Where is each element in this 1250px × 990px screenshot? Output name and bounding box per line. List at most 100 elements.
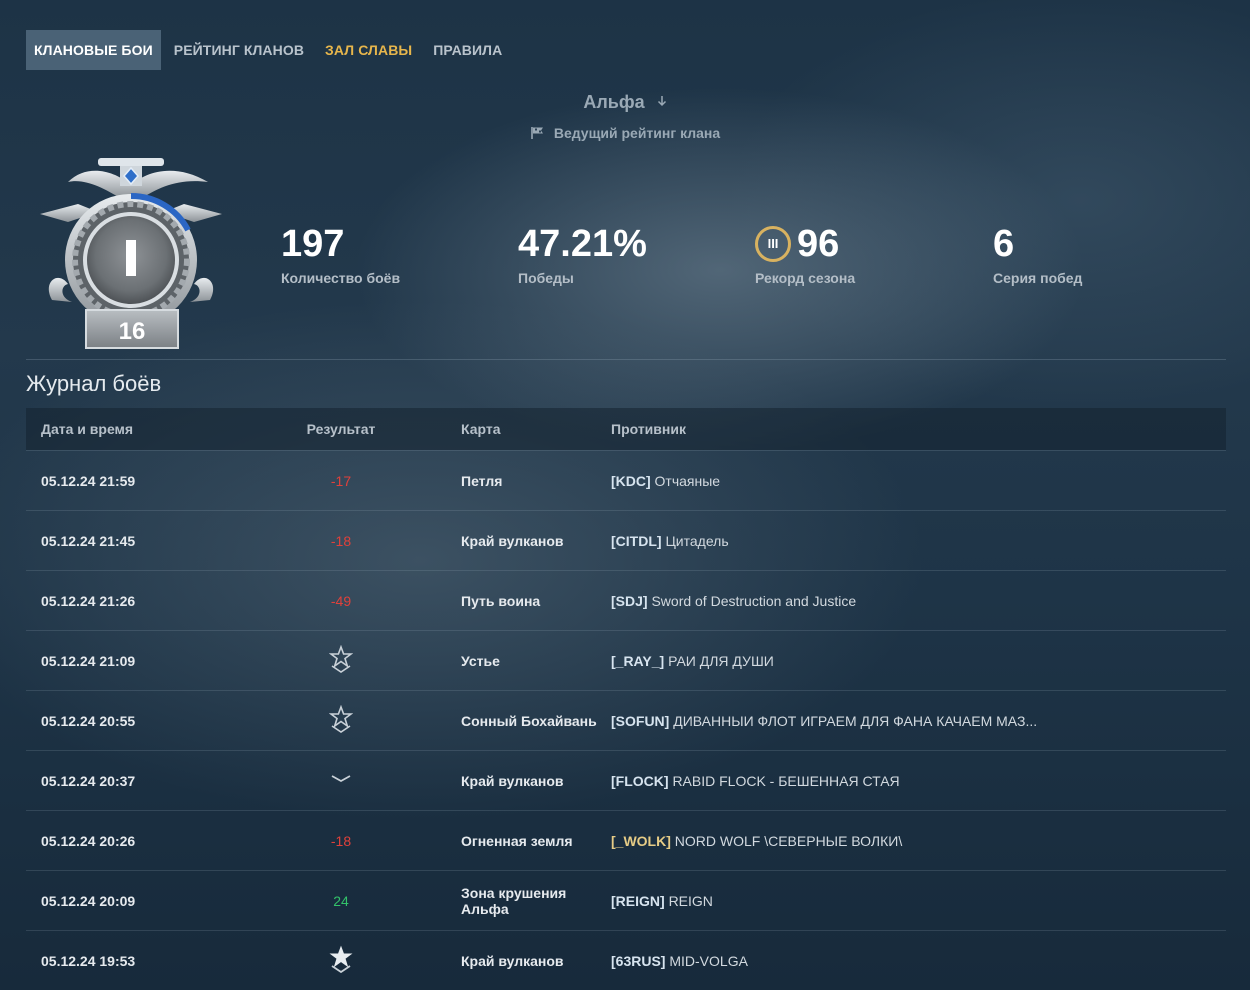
table-row[interactable]: 05.12.24 20:26 -18 Огненная земля [_WOLK] N… xyxy=(26,810,1226,870)
table-row[interactable]: 05.12.24 20:55 Сонный Бохайвань [SOFUN] ДИ… xyxy=(26,690,1226,750)
tab-clan-battles[interactable]: КЛАНОВЫЕ БОИ xyxy=(26,30,161,70)
table-body: 05.12.24 21:59 -17 Петля [KDC] Отчаяные 05.1… xyxy=(26,450,1226,990)
row-opponent: [63RUS] MID-VOLGA xyxy=(611,953,1226,969)
clan-name: Sword of Destruction and Justice xyxy=(651,592,857,609)
stat-battles-label: Количество боёв xyxy=(281,270,401,286)
clan-rating-badge: 16 xyxy=(38,152,224,352)
table-row[interactable]: 05.12.24 20:37 Край вулканов [FLOCK] RABID… xyxy=(26,750,1226,810)
result-value: -18 xyxy=(330,832,352,849)
tab-hall-of-fame[interactable]: ЗАЛ СЛАВЫ xyxy=(317,30,420,70)
table-row[interactable]: 05.12.24 21:09 Устье [_RAY_] РАИ ДЛЯ ДУШИ xyxy=(26,630,1226,690)
rank-icon: III xyxy=(755,226,791,262)
clan-name: Отчаяные xyxy=(654,472,721,489)
top-nav: КЛАНОВЫЕ БОИ РЕЙТИНГ КЛАНОВ ЗАЛ СЛАВЫ ПР… xyxy=(26,30,510,70)
clan-tag[interactable]: [REIGN] xyxy=(611,893,665,909)
stat-win-streak: 6 Серия побед xyxy=(993,222,1082,286)
row-map: Край вулканов xyxy=(461,952,564,969)
header-opponent: Противник xyxy=(611,421,686,437)
flag-icon xyxy=(530,126,546,140)
stat-winrate-label: Победы xyxy=(518,270,574,286)
clan-name: MID-VOLGA xyxy=(669,952,748,969)
row-date: 05.12.24 21:45 xyxy=(41,532,136,549)
league-subtitle: Ведущий рейтинг клана xyxy=(530,125,720,141)
tab-clan-rating[interactable]: РЕЙТИНГ КЛАНОВ xyxy=(166,30,312,70)
row-opponent: [_RAY_] РАИ ДЛЯ ДУШИ xyxy=(611,653,1226,669)
stat-win-streak-value: 6 xyxy=(993,223,1015,265)
clan-name: РАИ ДЛЯ ДУШИ xyxy=(668,652,774,669)
row-opponent: [SOFUN] ДИВАННЫИ ФЛОТ ИГРАЕМ ДЛЯ ФАНА КА… xyxy=(611,713,1226,729)
row-date: 05.12.24 21:59 xyxy=(41,472,136,489)
row-date: 05.12.24 20:37 xyxy=(41,772,136,789)
row-date: 05.12.24 21:26 xyxy=(41,592,136,609)
stat-winrate-value: 47.21% xyxy=(518,223,647,265)
stat-season-record-value: 96 xyxy=(797,223,840,265)
stat-season-record: III 96 Рекорд сезона xyxy=(755,222,855,286)
league-selector[interactable]: Альфа xyxy=(583,92,666,113)
arrow-down-icon xyxy=(657,95,667,110)
row-result xyxy=(281,945,401,976)
clan-tag[interactable]: [63RUS] xyxy=(611,953,665,969)
table-row[interactable]: 05.12.24 20:09 24 Зона крушения Альфа [REIG… xyxy=(26,870,1226,930)
row-opponent: [CITDL] Цитадель xyxy=(611,533,1226,549)
clan-tag[interactable]: [_WOLK] xyxy=(611,833,671,849)
stat-win-streak-label: Серия побед xyxy=(993,270,1083,286)
row-map: Край вулканов xyxy=(461,772,564,789)
badge-number: 16 xyxy=(119,318,146,345)
result-value: -18 xyxy=(330,532,352,549)
clan-tag[interactable]: [CITDL] xyxy=(611,533,662,549)
row-opponent: [FLOCK] RABID FLOCK - БЕШЕННАЯ СТАЯ xyxy=(611,773,1226,789)
row-date: 05.12.24 19:53 xyxy=(41,952,136,969)
clan-tag[interactable]: [SOFUN] xyxy=(611,713,669,729)
header-map: Карта xyxy=(461,421,501,437)
stat-season-record-label: Рекорд сезона xyxy=(755,270,856,286)
row-date: 05.12.24 20:09 xyxy=(41,892,136,909)
row-opponent: [KDC] Отчаяные xyxy=(611,473,1226,489)
star-outline-icon xyxy=(328,704,354,733)
row-opponent: [_WOLK] NORD WOLF \СЕВЕРНЫЕ ВОЛКИ\ xyxy=(611,833,1226,849)
clan-name: ДИВАННЫИ ФЛОТ ИГРАЕМ ДЛЯ ФАНА КАЧАЕМ МАЗ… xyxy=(673,712,1038,729)
table-row[interactable]: 05.12.24 21:59 -17 Петля [KDC] Отчаяные xyxy=(26,450,1226,510)
row-date: 05.12.24 21:09 xyxy=(41,652,136,669)
row-map: Устье xyxy=(461,652,500,669)
clan-name: RABID FLOCK - БЕШЕННАЯ СТАЯ xyxy=(672,772,900,789)
result-value: 24 xyxy=(333,892,349,909)
clan-tag[interactable]: [SDJ] xyxy=(611,593,648,609)
row-result xyxy=(281,644,401,676)
star-filled-icon xyxy=(329,945,353,974)
result-value: -49 xyxy=(330,592,352,609)
clan-name: NORD WOLF \СЕВЕРНЫЕ ВОЛКИ\ xyxy=(674,832,903,849)
table-row[interactable]: 05.12.24 21:45 -18 Край вулканов [CITDL] Ци… xyxy=(26,510,1226,570)
stat-battles-value: 197 xyxy=(281,223,345,265)
row-map: Зона крушения Альфа xyxy=(461,884,567,917)
row-result: 24 xyxy=(281,893,401,909)
clan-tag[interactable]: [_RAY_] xyxy=(611,653,664,669)
row-map: Край вулканов xyxy=(461,532,564,549)
clan-name: Цитадель xyxy=(665,532,729,549)
battle-log-title: Журнал боёв xyxy=(26,371,162,396)
row-map: Петля xyxy=(461,472,503,489)
table-row[interactable]: 05.12.24 19:53 Край вулканов [63RUS] MID-V… xyxy=(26,930,1226,990)
clan-tag[interactable]: [KDC] xyxy=(611,473,651,489)
row-date: 05.12.24 20:26 xyxy=(41,832,136,849)
row-result: -49 xyxy=(281,593,401,609)
row-result: -18 xyxy=(281,533,401,549)
row-opponent: [REIGN] REIGN xyxy=(611,893,1226,909)
row-result xyxy=(281,765,401,796)
header-date: Дата и время xyxy=(41,421,134,437)
clan-name: REIGN xyxy=(668,892,713,909)
row-result: -18 xyxy=(281,833,401,849)
stat-battles: 197 Количество боёв xyxy=(281,222,400,286)
table-header: Дата и время Результат Карта Противник xyxy=(26,408,1226,450)
divider xyxy=(26,359,1226,360)
row-map: Огненная земля xyxy=(461,832,573,849)
stat-season-record-row: III 96 xyxy=(755,222,855,266)
table-row[interactable]: 05.12.24 21:26 -49 Путь воина [SDJ] Sword o… xyxy=(26,570,1226,630)
row-result xyxy=(281,704,401,736)
stat-winrate: 47.21% Победы xyxy=(518,222,647,286)
chevron-down-icon xyxy=(329,765,353,793)
tab-rules[interactable]: ПРАВИЛА xyxy=(425,30,510,70)
battle-log-table: Дата и время Результат Карта Противник 0… xyxy=(26,408,1226,990)
clan-tag[interactable]: [FLOCK] xyxy=(611,773,669,789)
row-date: 05.12.24 20:55 xyxy=(41,712,136,729)
league-subtitle-text: Ведущий рейтинг клана xyxy=(553,125,721,141)
